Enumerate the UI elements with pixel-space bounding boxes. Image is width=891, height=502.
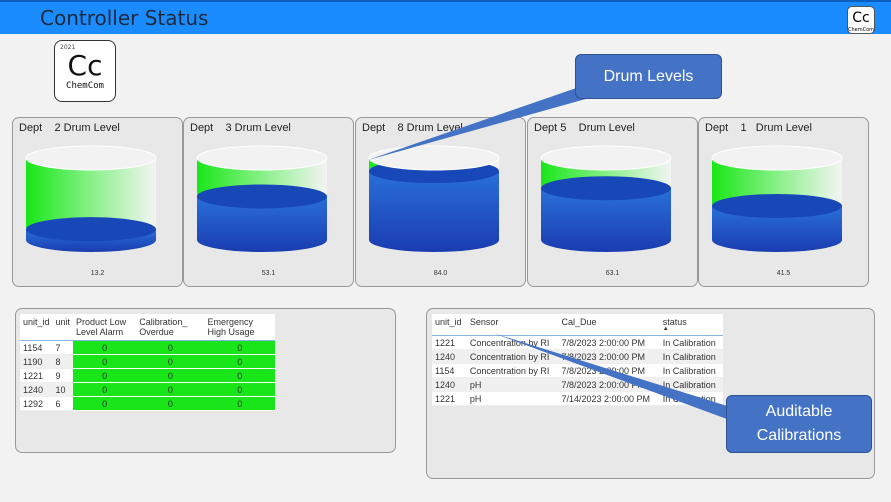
cal-callout-pointer: [493, 333, 740, 422]
drum-levels-callout: Drum Levels: [575, 54, 722, 99]
auditable-calibrations-callout: Auditable Calibrations: [726, 395, 872, 453]
drum-callout-pointer: [368, 85, 600, 160]
